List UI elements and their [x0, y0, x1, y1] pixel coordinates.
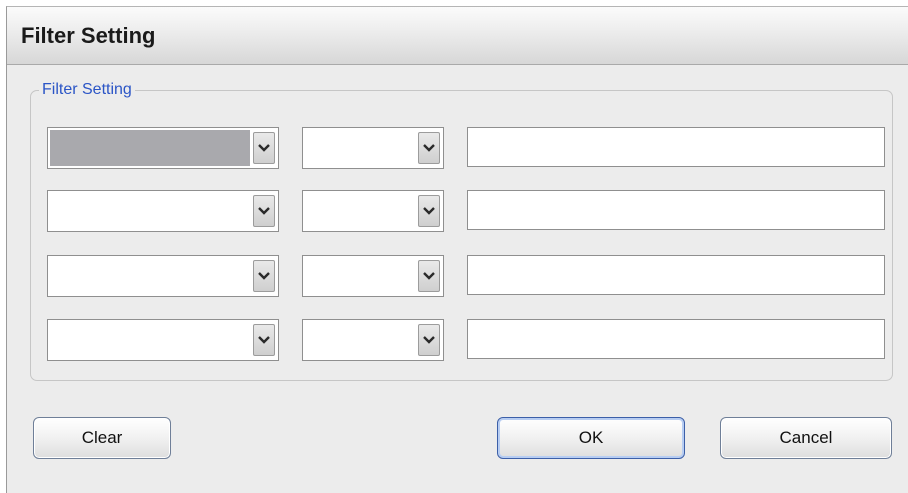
dropdown-button[interactable]	[418, 324, 440, 356]
dropdown-button[interactable]	[418, 260, 440, 292]
window-title: Filter Setting	[21, 23, 156, 48]
field-combo-4[interactable]	[47, 319, 279, 361]
field-combo-value	[50, 258, 250, 294]
chevron-down-icon	[423, 336, 435, 344]
cancel-button[interactable]: Cancel	[720, 417, 892, 459]
operator-combo-value	[305, 130, 415, 166]
value-field-3[interactable]	[467, 255, 885, 295]
field-combo-1[interactable]	[47, 127, 279, 169]
operator-combo-value	[305, 258, 415, 294]
dropdown-button[interactable]	[253, 260, 275, 292]
dropdown-button[interactable]	[253, 132, 275, 164]
value-field-2[interactable]	[467, 190, 885, 230]
group-label: Filter Setting	[39, 81, 135, 99]
chevron-down-icon	[258, 144, 270, 152]
operator-combo-3[interactable]	[302, 255, 444, 297]
title-bar[interactable]: Filter Setting	[7, 7, 908, 65]
value-field-4[interactable]	[467, 319, 885, 359]
dropdown-button[interactable]	[253, 324, 275, 356]
field-combo-3[interactable]	[47, 255, 279, 297]
field-combo-value	[50, 193, 250, 229]
ok-button[interactable]: OK	[497, 417, 685, 459]
operator-combo-4[interactable]	[302, 319, 444, 361]
dropdown-button[interactable]	[418, 132, 440, 164]
operator-combo-1[interactable]	[302, 127, 444, 169]
field-combo-value	[50, 130, 250, 166]
value-field-1[interactable]	[467, 127, 885, 167]
chevron-down-icon	[423, 207, 435, 215]
chevron-down-icon	[258, 336, 270, 344]
operator-combo-value	[305, 322, 415, 358]
chevron-down-icon	[423, 272, 435, 280]
operator-combo-value	[305, 193, 415, 229]
operator-combo-2[interactable]	[302, 190, 444, 232]
clear-button[interactable]: Clear	[33, 417, 171, 459]
filter-setting-dialog: Filter Setting Filter Setting Clear OK C…	[6, 6, 908, 493]
dropdown-button[interactable]	[418, 195, 440, 227]
chevron-down-icon	[258, 272, 270, 280]
chevron-down-icon	[423, 144, 435, 152]
field-combo-value	[50, 322, 250, 358]
field-combo-2[interactable]	[47, 190, 279, 232]
chevron-down-icon	[258, 207, 270, 215]
dropdown-button[interactable]	[253, 195, 275, 227]
